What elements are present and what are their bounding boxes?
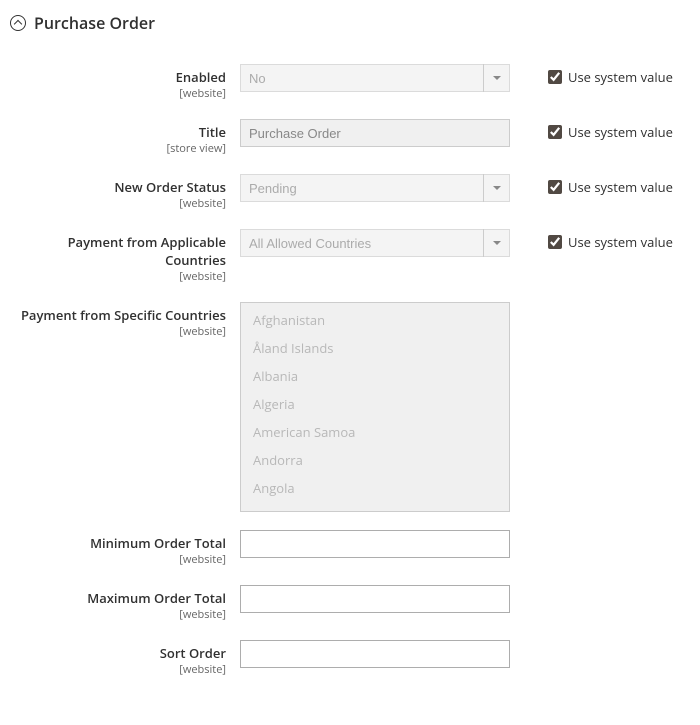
use-system-enabled[interactable]: Use system value bbox=[510, 64, 673, 86]
payment-applicable-select[interactable]: All Allowed Countries bbox=[240, 229, 510, 257]
select-wrap: No bbox=[240, 64, 510, 92]
country-option[interactable]: Åland Islands bbox=[241, 337, 509, 365]
label-new-order-status: New Order Status bbox=[114, 178, 226, 196]
field-control: All Allowed Countries bbox=[240, 229, 510, 257]
label-payment-applicable: Payment from Applicable Countries bbox=[68, 233, 226, 269]
field-control: Pending bbox=[240, 174, 510, 202]
field-control: No bbox=[240, 64, 510, 92]
country-option[interactable]: Angola bbox=[241, 477, 509, 505]
country-option[interactable]: Albania bbox=[241, 365, 509, 393]
scope-min-order-total: [website] bbox=[10, 552, 226, 567]
select-wrap: All Allowed Countries bbox=[240, 229, 510, 257]
field-control bbox=[240, 640, 510, 668]
field-label: Enabled [website] bbox=[10, 64, 240, 101]
field-control bbox=[240, 585, 510, 613]
field-min-order-total: Minimum Order Total [website] bbox=[10, 530, 680, 567]
field-label: Sort Order [website] bbox=[10, 640, 240, 677]
label-title: Title bbox=[199, 123, 226, 141]
scope-payment-specific: [website] bbox=[10, 324, 226, 339]
field-label: Minimum Order Total [website] bbox=[10, 530, 240, 567]
countries-multiselect[interactable]: AfghanistanÅland IslandsAlbaniaAlgeriaAm… bbox=[240, 302, 510, 512]
use-system-label: Use system value bbox=[568, 178, 673, 196]
field-label: Payment from Specific Countries [website… bbox=[10, 302, 240, 339]
country-option[interactable]: Anguilla bbox=[241, 505, 509, 512]
field-control: AfghanistanÅland IslandsAlbaniaAlgeriaAm… bbox=[240, 302, 510, 512]
field-sort-order: Sort Order [website] bbox=[10, 640, 680, 677]
field-title: Title [store view] Use system value bbox=[10, 119, 680, 156]
label-min-order-total: Minimum Order Total bbox=[90, 534, 226, 552]
new-order-status-select[interactable]: Pending bbox=[240, 174, 510, 202]
scope-enabled: [website] bbox=[10, 86, 226, 101]
use-system-checkbox[interactable] bbox=[548, 235, 562, 249]
field-new-order-status: New Order Status [website] Pending Use s… bbox=[10, 174, 680, 211]
scope-new-order-status: [website] bbox=[10, 196, 226, 211]
scope-payment-applicable: [website] bbox=[10, 269, 226, 284]
scope-max-order-total: [website] bbox=[10, 607, 226, 622]
sort-order-input[interactable] bbox=[240, 640, 510, 668]
country-option[interactable]: Algeria bbox=[241, 393, 509, 421]
use-system-label: Use system value bbox=[568, 233, 673, 251]
use-system-new-order-status[interactable]: Use system value bbox=[510, 174, 673, 196]
field-control bbox=[240, 530, 510, 558]
label-enabled: Enabled bbox=[176, 68, 226, 86]
use-system-label: Use system value bbox=[568, 68, 673, 86]
country-option[interactable]: American Samoa bbox=[241, 421, 509, 449]
use-system-label: Use system value bbox=[568, 123, 673, 141]
use-system-title[interactable]: Use system value bbox=[510, 119, 673, 141]
scope-title: [store view] bbox=[10, 141, 226, 156]
field-label: New Order Status [website] bbox=[10, 174, 240, 211]
field-enabled: Enabled [website] No Use system value bbox=[10, 64, 680, 101]
section-header[interactable]: Purchase Order bbox=[10, 12, 680, 34]
section-title: Purchase Order bbox=[34, 12, 155, 34]
title-input[interactable] bbox=[240, 119, 510, 147]
min-order-total-input[interactable] bbox=[240, 530, 510, 558]
use-system-payment-applicable[interactable]: Use system value bbox=[510, 229, 673, 251]
field-label: Title [store view] bbox=[10, 119, 240, 156]
field-control bbox=[240, 119, 510, 147]
enabled-select[interactable]: No bbox=[240, 64, 510, 92]
select-wrap: Pending bbox=[240, 174, 510, 202]
label-max-order-total: Maximum Order Total bbox=[87, 589, 226, 607]
country-option[interactable]: Afghanistan bbox=[241, 309, 509, 337]
max-order-total-input[interactable] bbox=[240, 585, 510, 613]
use-system-checkbox[interactable] bbox=[548, 70, 562, 84]
scope-sort-order: [website] bbox=[10, 662, 226, 677]
use-system-checkbox[interactable] bbox=[548, 180, 562, 194]
use-system-checkbox[interactable] bbox=[548, 125, 562, 139]
label-sort-order: Sort Order bbox=[160, 644, 226, 662]
label-payment-specific: Payment from Specific Countries bbox=[21, 306, 226, 324]
field-max-order-total: Maximum Order Total [website] bbox=[10, 585, 680, 622]
field-label: Payment from Applicable Countries [websi… bbox=[10, 229, 240, 284]
country-option[interactable]: Andorra bbox=[241, 449, 509, 477]
field-label: Maximum Order Total [website] bbox=[10, 585, 240, 622]
field-payment-applicable: Payment from Applicable Countries [websi… bbox=[10, 229, 680, 284]
field-payment-specific: Payment from Specific Countries [website… bbox=[10, 302, 680, 512]
collapse-icon bbox=[10, 15, 26, 31]
